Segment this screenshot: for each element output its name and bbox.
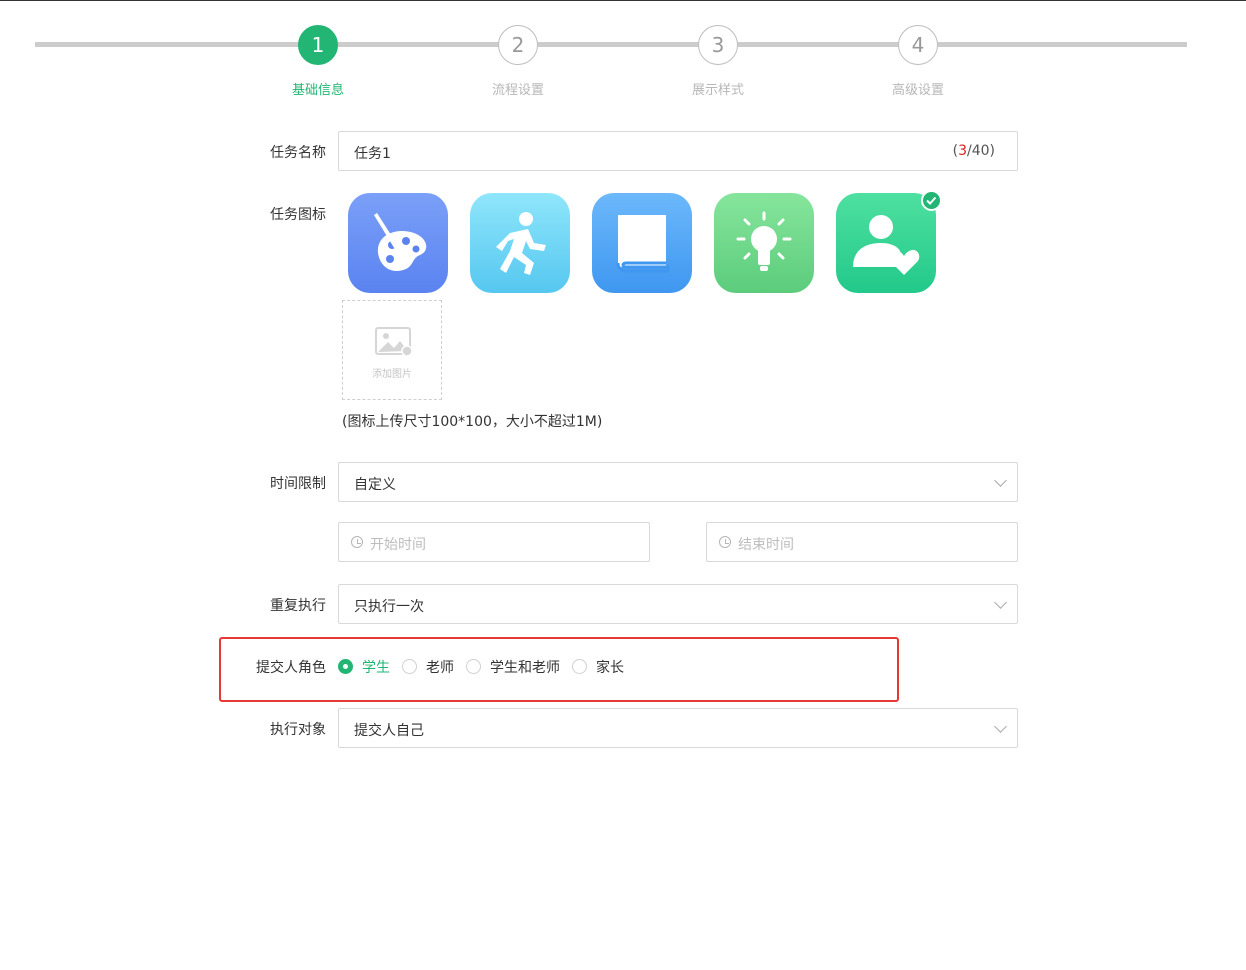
step-label: 基础信息 — [291, 83, 344, 98]
repeat-label: 重复执行 — [270, 598, 326, 614]
step-display-style[interactable]: 3 展示样式 — [658, 25, 778, 98]
step-number: 3 — [698, 25, 738, 65]
image-placeholder-icon — [375, 327, 413, 357]
repeat-select[interactable]: 只执行一次 — [338, 584, 1018, 624]
time-limit-select[interactable]: 自定义 — [338, 462, 1018, 502]
chevron-down-icon — [994, 596, 1007, 609]
palette-icon[interactable] — [348, 193, 448, 293]
selected-check-icon — [921, 190, 942, 211]
step-label: 展示样式 — [691, 83, 744, 98]
progress-stepper: 1 基础信息 2 流程设置 3 展示样式 4 高级设置 — [0, 0, 1246, 110]
step-number: 1 — [298, 25, 338, 65]
step-number: 2 — [498, 25, 538, 65]
radio-label: 学生 — [362, 660, 390, 676]
radio-button[interactable] — [402, 659, 417, 674]
clock-icon — [351, 536, 363, 548]
step-label: 高级设置 — [891, 83, 944, 98]
target-value: 提交人自己 — [354, 723, 424, 739]
start-time-placeholder: 开始时间 — [370, 537, 426, 553]
step-label: 流程设置 — [491, 83, 544, 98]
target-select[interactable]: 提交人自己 — [338, 708, 1018, 748]
step-basic-info[interactable]: 1 基础信息 — [258, 25, 378, 98]
task-icon-label: 任务图标 — [270, 207, 326, 223]
submitter-role-label: 提交人角色 — [256, 660, 326, 676]
lightbulb-icon[interactable] — [714, 193, 814, 293]
radio-label: 家长 — [596, 660, 624, 676]
radio-button[interactable] — [338, 659, 353, 674]
repeat-value: 只执行一次 — [354, 599, 424, 615]
end-time-placeholder: 结束时间 — [738, 537, 794, 553]
start-time-input[interactable]: 开始时间 — [338, 522, 650, 562]
task-name-label: 任务名称 — [270, 145, 326, 161]
target-label: 执行对象 — [270, 722, 326, 738]
clock-icon — [719, 536, 731, 548]
step-number: 4 — [898, 25, 938, 65]
radio-button[interactable] — [572, 659, 587, 674]
chevron-down-icon — [994, 720, 1007, 733]
radio-label: 学生和老师 — [490, 660, 560, 676]
book-icon[interactable] — [592, 193, 692, 293]
radio-button[interactable] — [466, 659, 481, 674]
end-time-input[interactable]: 结束时间 — [706, 522, 1018, 562]
add-image-button[interactable]: 添加图片 — [342, 300, 442, 400]
step-process-settings[interactable]: 2 流程设置 — [458, 25, 578, 98]
task-name-value: 任务1 — [354, 146, 391, 162]
step-advanced-settings[interactable]: 4 高级设置 — [858, 25, 978, 98]
running-person-icon[interactable] — [470, 193, 570, 293]
user-heart-icon[interactable] — [836, 193, 936, 293]
task-name-input[interactable]: 任务1 (3/40) — [338, 131, 1018, 171]
radio-label: 老师 — [426, 660, 454, 676]
icon-upload-hint: (图标上传尺寸100*100，大小不超过1M) — [342, 414, 603, 430]
time-limit-value: 自定义 — [354, 477, 396, 493]
chevron-down-icon — [994, 474, 1007, 487]
add-image-label: 添加图片 — [372, 369, 412, 380]
char-counter: (3/40) — [952, 143, 995, 159]
stepper-track — [35, 42, 1187, 47]
time-limit-label: 时间限制 — [270, 476, 326, 492]
